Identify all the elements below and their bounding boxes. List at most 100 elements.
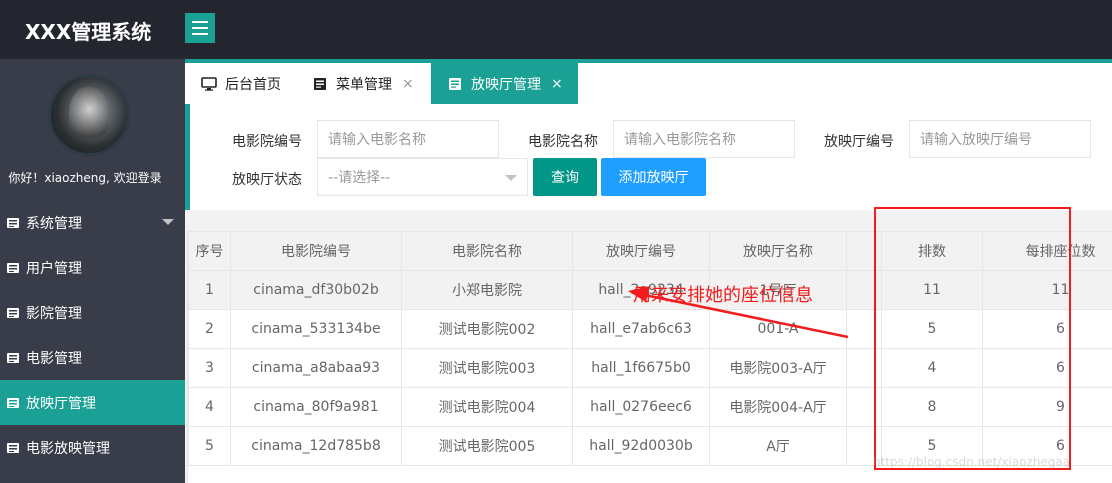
sidebar-item-label: 放映厅管理 — [26, 395, 96, 412]
tab-halls[interactable]: 放映厅管理 × — [431, 63, 578, 104]
table-cell: cinama_533134be — [230, 309, 402, 349]
list-icon — [6, 216, 20, 230]
table-cell: 5 — [188, 426, 231, 466]
tab-bar: 后台首页 菜单管理 × 放映厅管理 × — [185, 59, 1112, 104]
monitor-icon — [201, 76, 217, 92]
avatar[interactable] — [48, 74, 130, 156]
list-icon — [6, 396, 20, 410]
column-header — [846, 231, 882, 271]
table-cell: A厅 — [709, 426, 847, 466]
sidebar-item-halls[interactable]: 放映厅管理 — [0, 380, 185, 425]
hall-status-value: --请选择-- — [328, 170, 391, 186]
chevron-down-icon — [505, 175, 517, 181]
table-cell: 5 — [881, 309, 983, 349]
sidebar-item-label: 电影放映管理 — [26, 440, 110, 457]
table-cell: 小郑电影院 — [401, 270, 573, 310]
column-header[interactable]: 排数 — [881, 231, 983, 271]
table-cell: hall_92d0030b — [572, 426, 710, 466]
table-cell — [846, 270, 882, 310]
table-cell: 测试电影院004 — [401, 387, 573, 427]
table-cell: 3 — [188, 348, 231, 388]
table-cell — [846, 309, 882, 349]
table-cell: 电影院003-A厅 — [709, 348, 847, 388]
sidebar-item-label: 影院管理 — [26, 305, 82, 322]
tab-label: 菜单管理 — [336, 76, 392, 93]
table-cell: cinama_12d785b8 — [230, 426, 402, 466]
column-header[interactable]: 放映厅编号 — [572, 231, 710, 271]
table-cell: 4 — [881, 348, 983, 388]
table-cell: 001-A — [709, 309, 847, 349]
column-header[interactable]: 电影院名称 — [401, 231, 573, 271]
cinema-name-label: 电影院名称 — [528, 134, 598, 150]
sidebar-item-cinemas[interactable]: 影院管理 — [0, 290, 185, 335]
welcome-text: 你好！xiaozheng, 欢迎登录 — [8, 171, 162, 185]
list-icon — [6, 351, 20, 365]
table-cell: cinama_80f9a981 — [230, 387, 402, 427]
table-cell: 6 — [982, 348, 1112, 388]
table-cell: 测试电影院005 — [401, 426, 573, 466]
table-cell — [846, 387, 882, 427]
cinema-no-input[interactable]: 请输入电影名称 — [317, 120, 499, 158]
hall-table-container: 序号 电影院编号 电影院名称 放映厅编号 放映厅名称 排数 每排座位数 1 ci… — [187, 231, 1112, 483]
hall-table: 序号 电影院编号 电影院名称 放映厅编号 放映厅名称 排数 每排座位数 1 ci… — [188, 231, 1112, 466]
sidebar-item-system[interactable]: 系统管理 — [0, 200, 185, 245]
hall-status-label: 放映厅状态 — [232, 172, 302, 188]
sidebar-item-screenings[interactable]: 电影放映管理 — [0, 425, 185, 470]
list-icon — [447, 76, 463, 92]
table-cell: 1 — [188, 270, 231, 310]
add-hall-button[interactable]: 添加放映厅 — [601, 158, 706, 196]
app-title: XXX管理系统 — [25, 20, 152, 44]
column-header[interactable]: 每排座位数 — [982, 231, 1112, 271]
table-cell: 9 — [982, 387, 1112, 427]
cinema-name-input[interactable]: 请输入电影院名称 — [613, 120, 795, 158]
table-cell: cinama_a8abaa93 — [230, 348, 402, 388]
table-cell — [846, 348, 882, 388]
table-cell: hall_1f6675b0 — [572, 348, 710, 388]
sidebar-item-users[interactable]: 用户管理 — [0, 245, 185, 290]
caret-down-icon — [162, 219, 174, 225]
hall-status-select[interactable]: --请选择-- — [317, 158, 528, 196]
list-icon — [312, 76, 328, 92]
sidebar-item-movies[interactable]: 电影管理 — [0, 335, 185, 380]
menu-toggle-button[interactable] — [185, 13, 215, 43]
table-header-row: 序号 电影院编号 电影院名称 放映厅编号 放映厅名称 排数 每排座位数 — [188, 231, 1112, 271]
cinema-no-label: 电影院编号 — [232, 134, 302, 150]
table-cell: hall_0276eec6 — [572, 387, 710, 427]
top-header: XXX管理系统 — [0, 0, 1112, 59]
hamburger-icon — [192, 21, 208, 23]
watermark-text: https://blog.csdn.net/xiaozhegaa — [873, 455, 1071, 469]
table-cell: 2 — [188, 309, 231, 349]
tab-menu[interactable]: 菜单管理 × — [312, 63, 414, 104]
column-header[interactable]: 序号 — [188, 231, 231, 271]
list-icon — [6, 261, 20, 275]
hall-no-input[interactable]: 请输入放映厅编号 — [909, 120, 1091, 158]
annotation-text: 用来安排她的座位信息 — [633, 285, 813, 306]
list-icon — [6, 306, 20, 320]
table-cell: 6 — [982, 309, 1112, 349]
filter-panel: 电影院编号 请输入电影名称 电影院名称 请输入电影院名称 放映厅编号 请输入放映… — [190, 104, 1112, 210]
table-cell: 11 — [881, 270, 983, 310]
hall-no-label: 放映厅编号 — [824, 134, 894, 150]
column-header[interactable]: 电影院编号 — [230, 231, 402, 271]
close-icon[interactable]: × — [551, 76, 563, 92]
table-cell: cinama_df30b02b — [230, 270, 402, 310]
list-icon — [6, 441, 20, 455]
sidebar-item-label: 系统管理 — [26, 215, 82, 232]
tab-home[interactable]: 后台首页 — [201, 63, 281, 104]
table-cell: 4 — [188, 387, 231, 427]
table-row[interactable]: 2 cinama_533134be 测试电影院002 hall_e7ab6c63… — [188, 309, 1112, 349]
table-cell: 11 — [982, 270, 1112, 310]
sidebar-item-label: 电影管理 — [26, 350, 82, 367]
table-cell: 电影院004-A厅 — [709, 387, 847, 427]
table-cell: 测试电影院003 — [401, 348, 573, 388]
table-cell: 测试电影院002 — [401, 309, 573, 349]
table-row[interactable]: 4 cinama_80f9a981 测试电影院004 hall_0276eec6… — [188, 387, 1112, 427]
table-cell: hall_e7ab6c63 — [572, 309, 710, 349]
table-row[interactable]: 3 cinama_a8abaa93 测试电影院003 hall_1f6675b0… — [188, 348, 1112, 388]
query-button[interactable]: 查询 — [533, 158, 597, 196]
close-icon[interactable]: × — [402, 76, 414, 92]
table-cell: 8 — [881, 387, 983, 427]
column-header[interactable]: 放映厅名称 — [709, 231, 847, 271]
tab-label: 后台首页 — [225, 76, 281, 93]
tab-label: 放映厅管理 — [471, 76, 541, 93]
